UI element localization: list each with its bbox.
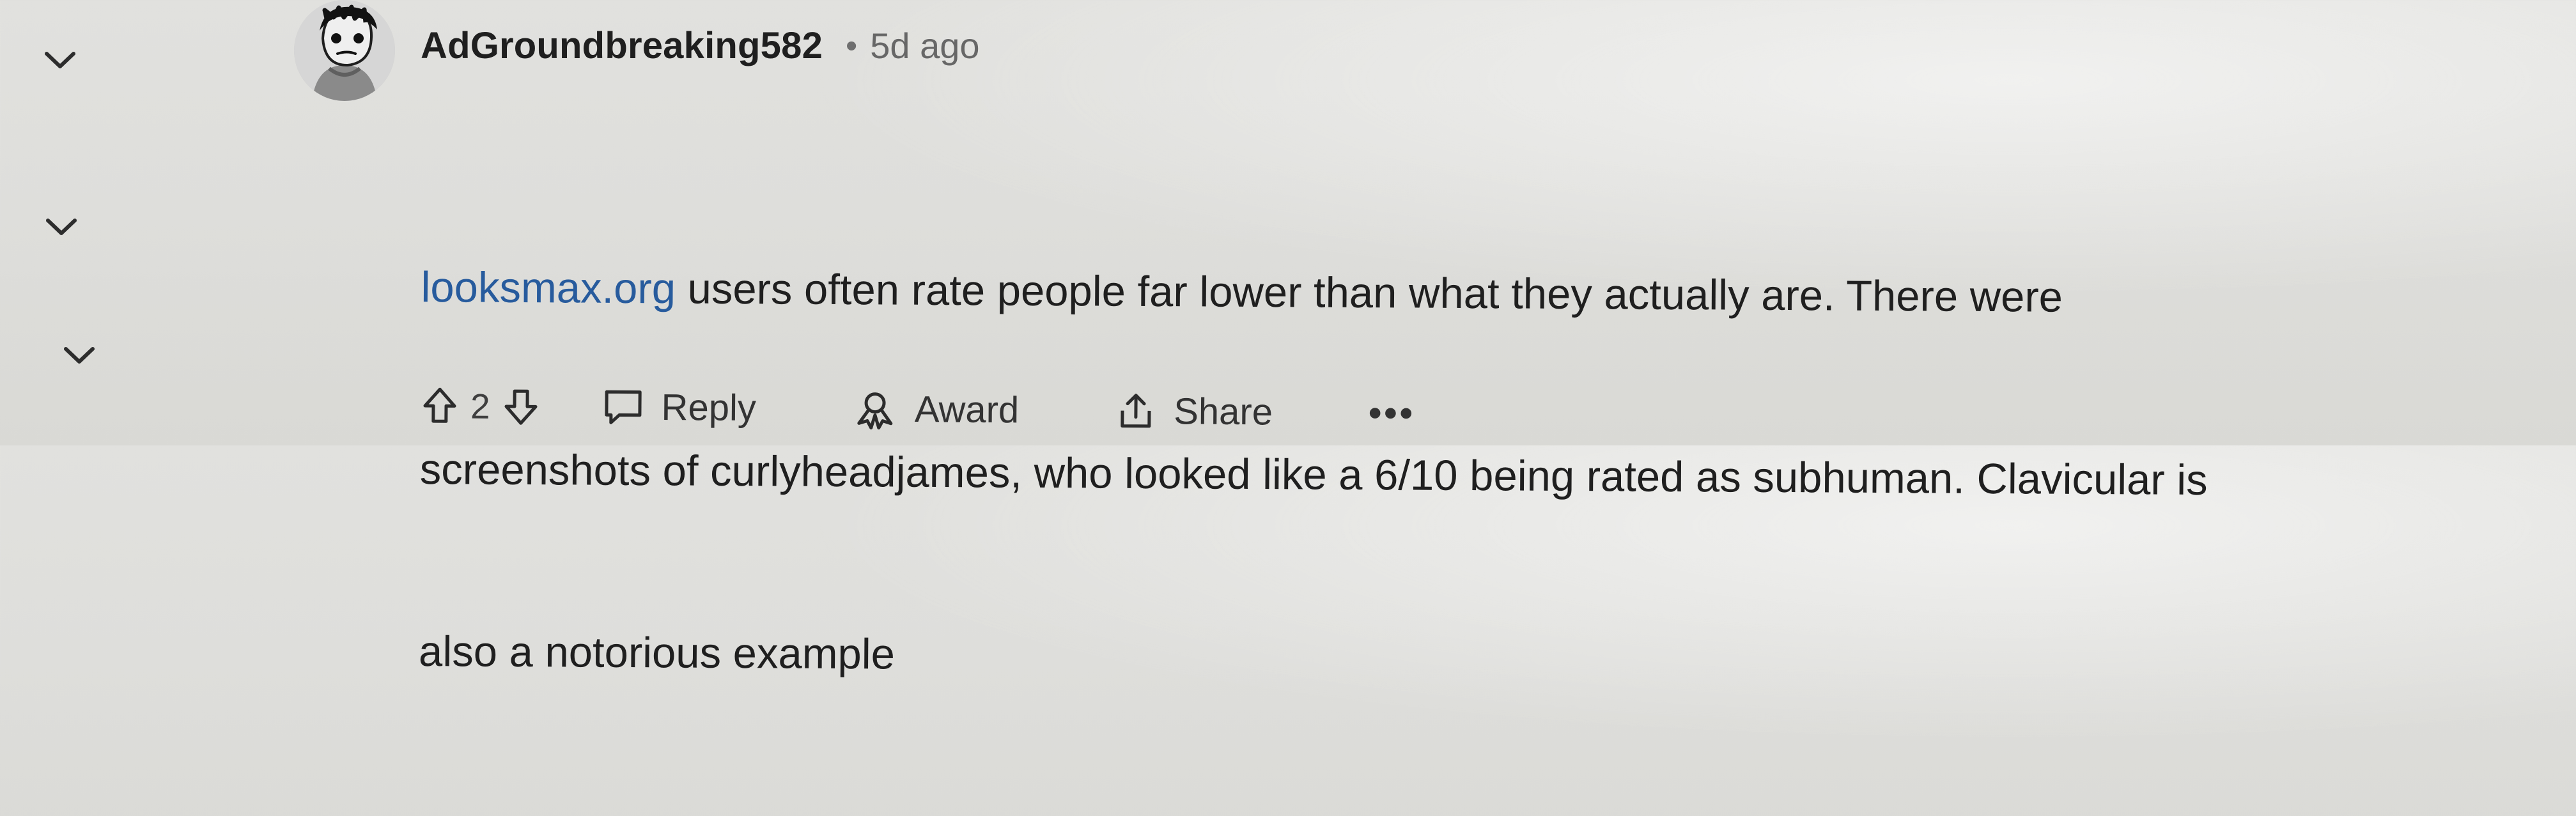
comment-threadline bbox=[0, 0, 153, 445]
more-options-icon: ••• bbox=[1368, 392, 1416, 435]
collapse-thread-button-1[interactable] bbox=[42, 47, 79, 73]
award-icon bbox=[857, 392, 893, 430]
vote-controls: 2 bbox=[422, 386, 539, 426]
upvote-arrow-icon bbox=[423, 387, 456, 423]
award-button[interactable]: Award bbox=[852, 389, 1020, 431]
comment-icon bbox=[604, 390, 642, 424]
comment-actions: 2 Reply Award Share ••• bbox=[422, 374, 1416, 445]
award-label: Award bbox=[914, 389, 1020, 431]
chevron-down-icon bbox=[46, 219, 77, 235]
meta-separator: • bbox=[846, 27, 858, 65]
reply-label: Reply bbox=[661, 386, 757, 429]
upvote-button[interactable] bbox=[422, 386, 458, 426]
reply-button[interactable]: Reply bbox=[601, 386, 757, 429]
comment-body: looksmax.org users often rate people far… bbox=[418, 135, 2487, 816]
snoo-avatar-icon bbox=[294, 0, 395, 101]
collapse-thread-button-2[interactable] bbox=[43, 214, 80, 240]
more-options-button[interactable]: ••• bbox=[1368, 392, 1416, 435]
downvote-arrow-icon bbox=[504, 389, 538, 425]
comment-body-line-1: looksmax.org users often rate people far… bbox=[421, 257, 2486, 330]
downvote-button[interactable] bbox=[502, 387, 538, 426]
share-button[interactable]: Share bbox=[1115, 390, 1273, 434]
comment-body-line-2: screenshots of curlyheadjames, who looke… bbox=[419, 445, 2208, 505]
share-label: Share bbox=[1173, 390, 1273, 433]
collapse-thread-button-3[interactable] bbox=[61, 343, 98, 368]
user-avatar[interactable] bbox=[294, 0, 395, 101]
share-icon bbox=[1121, 394, 1151, 428]
comment-card: AdGroundbreaking582 • 5d ago looksmax.or… bbox=[294, 0, 2403, 679]
comment-author[interactable]: AdGroundbreaking582 bbox=[421, 24, 823, 67]
comment-link[interactable]: looksmax.org bbox=[421, 263, 676, 312]
comment-body-line-1-text: users often rate people far lower than w… bbox=[675, 265, 2063, 321]
chevron-down-icon bbox=[64, 347, 95, 364]
comment-header: AdGroundbreaking582 • 5d ago bbox=[421, 24, 980, 67]
comment-timestamp[interactable]: 5d ago bbox=[870, 25, 979, 66]
chevron-down-icon bbox=[45, 52, 75, 68]
comment-body-line-3: also a notorious example bbox=[418, 627, 896, 679]
vote-count: 2 bbox=[470, 386, 490, 426]
